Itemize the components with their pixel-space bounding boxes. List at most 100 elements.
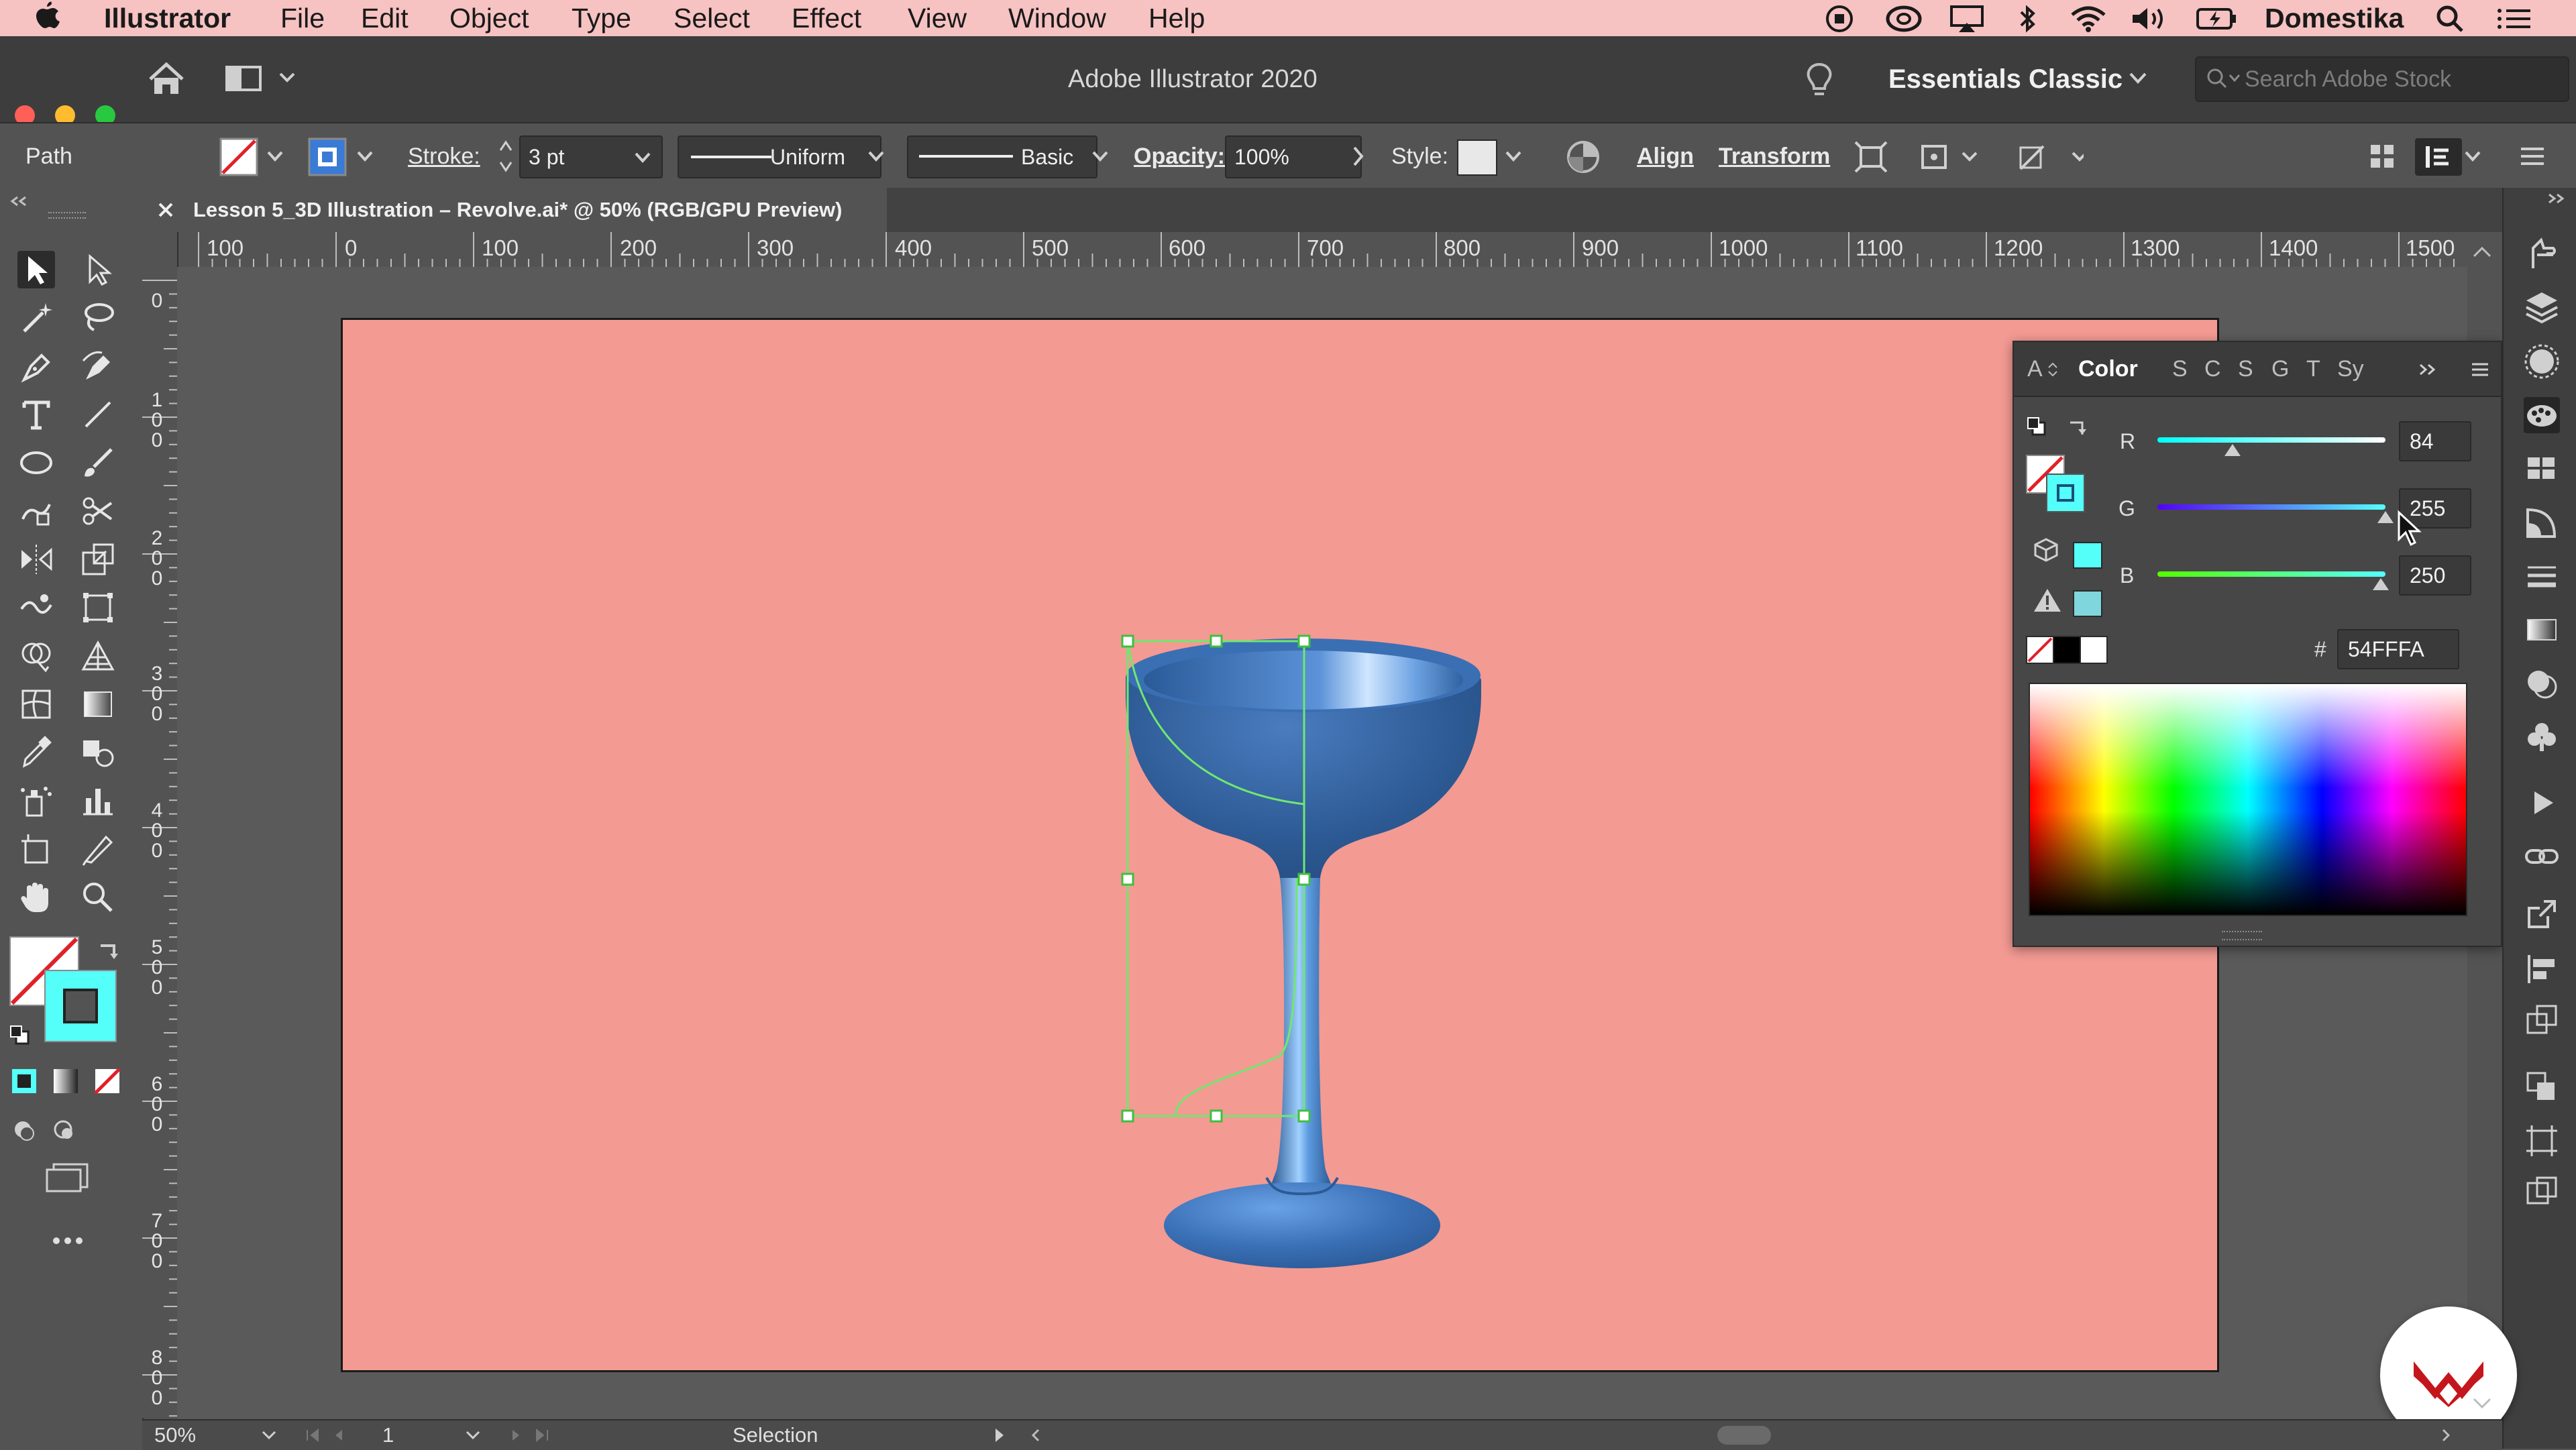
free-transform-tool-icon[interactable] — [79, 589, 117, 626]
stroke-dropdown-chevron-icon[interactable] — [356, 149, 374, 164]
links-panel-icon[interactable] — [2524, 838, 2560, 875]
align-panel-icon[interactable] — [2524, 951, 2560, 987]
shape-builder-tool-icon[interactable] — [17, 637, 55, 675]
color-spectrum-picker[interactable] — [2029, 683, 2467, 916]
lasso-tool-icon[interactable] — [79, 299, 117, 337]
ruler-origin[interactable] — [142, 232, 178, 268]
blue-slider-thumb[interactable] — [2373, 578, 2390, 590]
tab-symbols[interactable]: Sy — [2337, 342, 2364, 396]
out-of-gamut-warning-icon[interactable] — [2033, 586, 2062, 613]
control-panel-menu-icon[interactable] — [2517, 142, 2548, 170]
toolbar-grip[interactable] — [48, 212, 86, 219]
zoom-level-dropdown[interactable]: 50% — [154, 1420, 262, 1450]
scale-tool-icon[interactable] — [79, 541, 117, 578]
reflect-tool-icon[interactable] — [17, 541, 55, 578]
properties-chevron-icon[interactable] — [2463, 149, 2482, 164]
draw-normal-icon[interactable] — [9, 1116, 98, 1143]
document-tab[interactable]: Lesson 5_3D Illustration – Revolve.ai* @… — [142, 188, 887, 232]
panel-resize-grip[interactable] — [2222, 931, 2262, 940]
first-artboard-icon[interactable] — [303, 1427, 357, 1443]
status-menu-arrow-icon[interactable] — [993, 1427, 1006, 1443]
tab-appearance[interactable]: A — [2027, 342, 2043, 396]
tab-color[interactable]: Color — [2078, 342, 2138, 396]
gradient-mode-icon[interactable] — [51, 1066, 80, 1096]
artboards-panel-icon[interactable] — [2524, 1123, 2560, 1159]
zoom-tool-icon[interactable] — [79, 879, 117, 916]
hex-value-field[interactable]: 54FFFA — [2337, 629, 2459, 669]
creative-cloud-icon[interactable] — [1885, 4, 1923, 34]
panel-stroke-box[interactable] — [2046, 473, 2085, 512]
bluetooth-icon[interactable] — [2016, 4, 2039, 34]
menu-window[interactable]: Window — [1008, 0, 1106, 36]
export-panel-icon[interactable] — [2524, 896, 2560, 932]
red-slider-thumb[interactable] — [2224, 444, 2241, 456]
stroke-label[interactable]: Stroke: — [408, 123, 480, 189]
tab-transparency[interactable]: T — [2306, 342, 2320, 396]
notification-center-icon[interactable] — [2496, 4, 2533, 34]
tab-color-guide[interactable]: C — [2204, 342, 2221, 396]
white-swatch[interactable] — [2080, 636, 2108, 664]
black-swatch[interactable] — [2053, 636, 2081, 664]
pathfinder-panel-icon[interactable] — [2524, 1069, 2560, 1105]
eyedropper-tool-icon[interactable] — [17, 734, 55, 771]
screen-mode-icon[interactable] — [44, 1162, 93, 1194]
volume-icon[interactable] — [2130, 4, 2170, 34]
default-fill-stroke-icon[interactable] — [8, 1023, 32, 1048]
hand-tool-icon[interactable] — [17, 879, 55, 916]
lightbulb-icon[interactable] — [1805, 62, 1834, 99]
profile-chevron-icon[interactable] — [867, 149, 885, 164]
opacity-expand-chevron-icon[interactable] — [1351, 145, 1366, 168]
stroke-swatch[interactable] — [307, 137, 347, 177]
mesh-tool-icon[interactable] — [17, 685, 55, 723]
opacity-label[interactable]: Opacity: — [1134, 123, 1225, 189]
properties-panel-icon[interactable] — [2524, 235, 2560, 271]
brush-definition-dropdown[interactable]: Basic — [907, 135, 1097, 178]
slice-tool-icon[interactable] — [79, 830, 117, 868]
home-icon[interactable] — [148, 62, 185, 97]
transform-panel-icon[interactable] — [2524, 1002, 2560, 1038]
menu-edit[interactable]: Edit — [361, 0, 409, 36]
last-artboard-icon[interactable] — [508, 1427, 562, 1443]
default-colors-icon[interactable] — [2026, 416, 2049, 439]
stroke-color-box[interactable] — [44, 970, 117, 1042]
stroke-panel-icon[interactable] — [2524, 558, 2560, 594]
apple-icon[interactable] — [34, 0, 60, 32]
blend-tool-icon[interactable] — [79, 734, 117, 771]
swap-colors-icon[interactable] — [2066, 416, 2089, 439]
fill-dropdown-chevron-icon[interactable] — [266, 149, 284, 164]
collapse-dock-icon[interactable] — [2546, 192, 2567, 205]
tab-swatches[interactable]: S — [2172, 342, 2188, 396]
brush-chevron-icon[interactable] — [1091, 149, 1110, 164]
layers-panel-icon[interactable] — [2524, 288, 2560, 325]
close-document-icon[interactable] — [157, 201, 174, 219]
opacity-field[interactable]: 100% — [1225, 135, 1362, 178]
battery-icon[interactable] — [2195, 4, 2238, 34]
color-mode-icon[interactable] — [9, 1066, 39, 1096]
color-panel[interactable]: A Color S C S G T Sy R 84 G 255 B 250 # … — [2012, 341, 2502, 947]
artboard-tool-icon[interactable] — [17, 830, 55, 868]
web-safe-color-swatch[interactable] — [2073, 542, 2102, 569]
green-slider-track[interactable] — [2157, 504, 2385, 510]
stock-search-input[interactable]: Search Adobe Stock — [2195, 56, 2569, 102]
arrange-documents-icon[interactable] — [225, 63, 299, 93]
fill-swatch[interactable] — [219, 137, 259, 177]
graphic-style-swatch[interactable] — [1457, 140, 1497, 176]
direct-selection-tool-icon[interactable] — [79, 251, 117, 288]
none-mode-icon[interactable] — [93, 1066, 122, 1096]
align-link[interactable]: Align — [1637, 123, 1694, 189]
scroll-up-icon[interactable] — [2469, 244, 2496, 260]
menu-type[interactable]: Type — [572, 0, 631, 36]
recolor-artwork-icon[interactable] — [1566, 140, 1601, 174]
symbols-panel-icon[interactable] — [2524, 719, 2560, 755]
transparency-panel-icon[interactable] — [2524, 665, 2560, 702]
menu-select[interactable]: Select — [674, 0, 750, 36]
horizontal-scrollbar-thumb[interactable] — [1717, 1426, 1771, 1445]
style-chevron-icon[interactable] — [1504, 149, 1523, 164]
menu-object[interactable]: Object — [449, 0, 529, 36]
edit-toolbar-more-icon[interactable] — [51, 1234, 85, 1247]
airplay-icon[interactable] — [1949, 4, 1985, 34]
record-icon[interactable] — [1825, 4, 1854, 34]
menu-effect[interactable]: Effect — [792, 0, 861, 36]
artboard-chevron-icon[interactable] — [464, 1429, 482, 1442]
green-slider-thumb[interactable] — [2377, 511, 2394, 523]
